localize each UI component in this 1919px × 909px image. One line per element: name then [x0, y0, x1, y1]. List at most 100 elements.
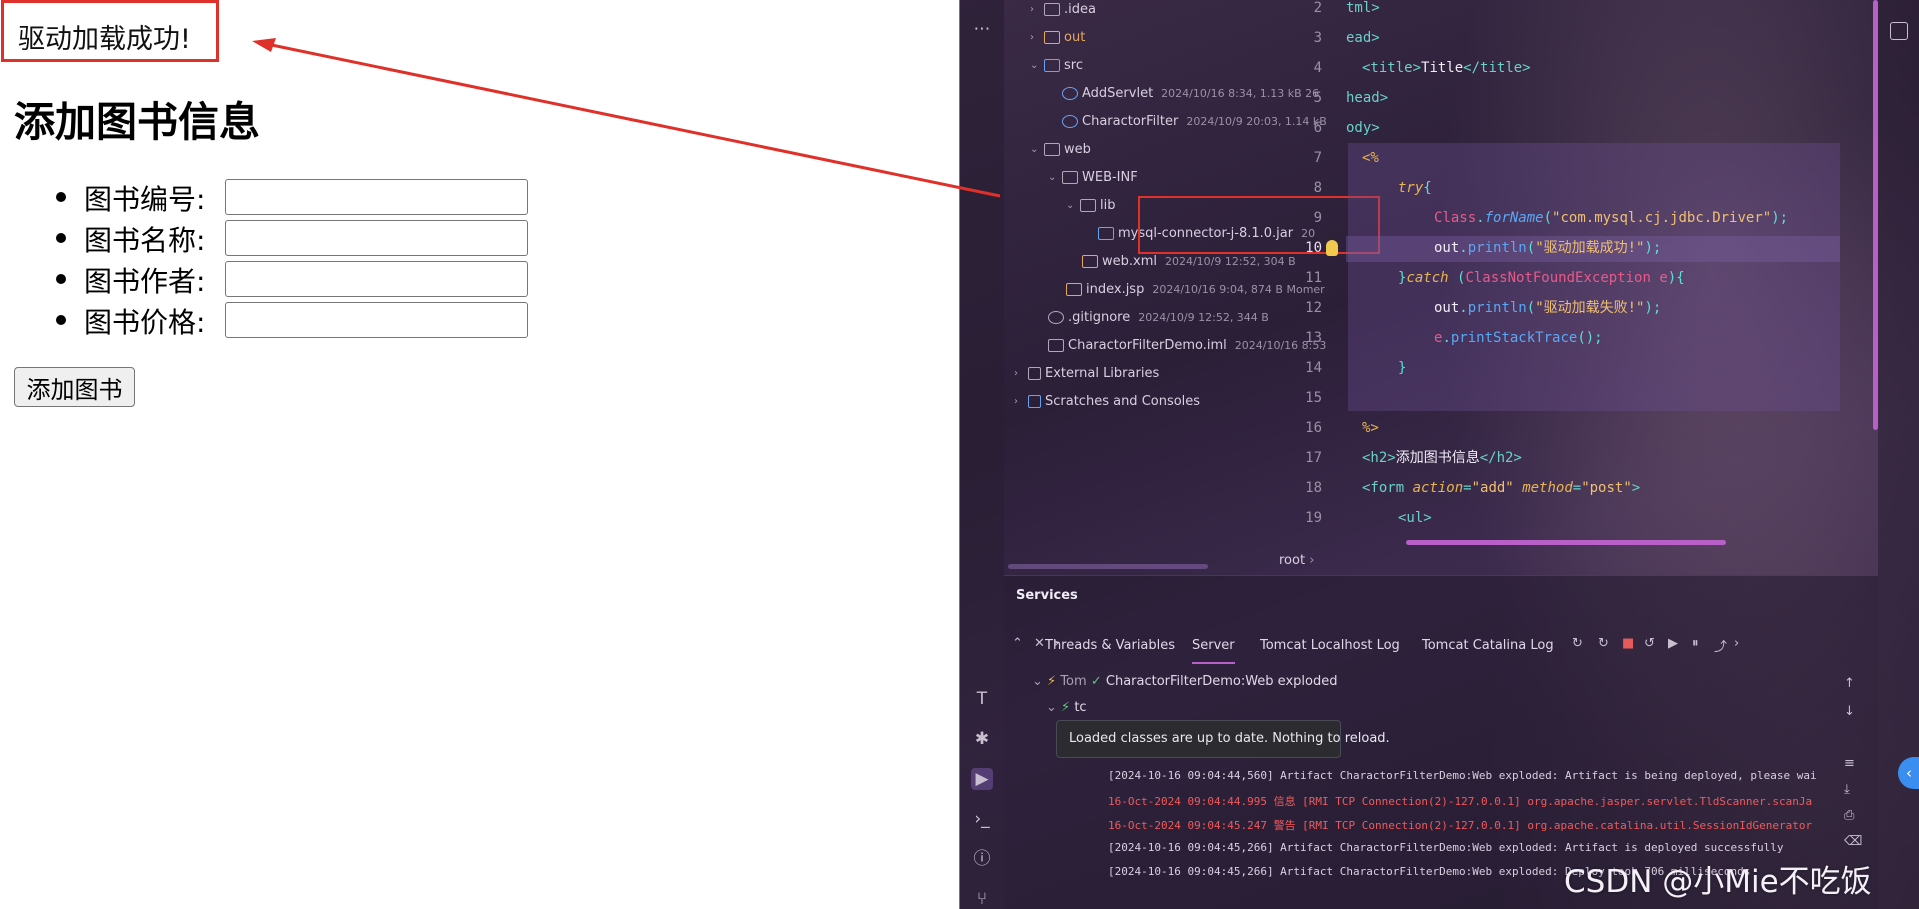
tree-horizontal-scrollbar[interactable]: [1008, 564, 1208, 569]
tree-item-label: Scratches and Consoles: [1045, 393, 1201, 409]
browser-page: 驱动加载成功! 添加图书信息 图书编号: 图书名称: 图书作者: 图书价格: 添…: [0, 0, 959, 909]
folder-icon: [1062, 170, 1078, 184]
code-line-9: Class.forName("com.mysql.cj.jdbc.Driver"…: [1434, 210, 1789, 226]
log-line-red: 16-Oct-2024 09:04:45.247 警告 [RMI TCP Con…: [1108, 819, 1813, 832]
more-actions-icon[interactable]: ›: [1734, 636, 1739, 651]
git-icon[interactable]: ⑂: [971, 888, 993, 909]
page-heading: 添加图书信息: [14, 98, 260, 146]
wrap-icon[interactable]: ≡: [1844, 756, 1855, 771]
lightbulb-icon[interactable]: [1326, 240, 1338, 256]
step-icon[interactable]: ⤴: [1714, 636, 1727, 655]
code-line-18: <form action="add" method="post">: [1362, 480, 1641, 496]
code-line-3: ead>: [1346, 30, 1380, 46]
pause-icon[interactable]: ⏸: [1692, 636, 1699, 651]
print-icon[interactable]: ⎙: [1844, 808, 1854, 823]
chevron-right-icon: ›: [1030, 31, 1034, 43]
chevron-right-icon: ›: [1014, 367, 1018, 379]
list-bullet: [56, 274, 66, 284]
tree-item-external-libraries[interactable]: › External Libraries: [1014, 362, 1159, 384]
add-book-button[interactable]: 添加图书: [14, 367, 135, 407]
line-number: 11: [1305, 270, 1322, 286]
tab-server[interactable]: Server: [1192, 628, 1235, 664]
book-number-input[interactable]: [225, 179, 528, 215]
rerun-icon[interactable]: ↻: [1598, 636, 1609, 651]
alert-highlight-box: 驱动加载成功!: [1, 0, 219, 62]
line-number: 19: [1305, 510, 1322, 526]
build-icon[interactable]: T: [971, 688, 993, 710]
scratches-icon: [1028, 394, 1041, 408]
book-number-label: 图书编号:: [84, 183, 206, 216]
tree-item-label: CharactorFilterDemo.iml: [1068, 337, 1227, 353]
tree-item-label: lib: [1100, 197, 1116, 213]
tree-item-web[interactable]: ⌄ web: [1030, 138, 1091, 160]
stop-icon[interactable]: ■: [1622, 636, 1634, 651]
restart-icon[interactable]: ↺: [1644, 636, 1655, 651]
tree-item-label: web: [1064, 141, 1091, 157]
watermark: CSDN @小Mie不吃饭: [1564, 864, 1872, 900]
chevron-down-icon: ⌄: [1030, 59, 1039, 71]
class-icon: [1062, 114, 1078, 128]
scroll-up-icon[interactable]: ↑: [1844, 676, 1855, 691]
library-icon: [1028, 366, 1041, 380]
ide-window: ⋯ T ✱ ▶ ›_ ⓘ ⑂ › .idea › out ⌄ src AddSe…: [959, 0, 1919, 909]
server-child-row[interactable]: ⌄ ⚡ tc: [1046, 700, 1087, 715]
breadcrumb-root[interactable]: root: [1279, 553, 1305, 568]
log-line-red: 16-Oct-2024 09:04:44.995 信息 [RMI TCP Con…: [1108, 795, 1813, 808]
editor-horizontal-scrollbar[interactable]: [1406, 540, 1726, 545]
ignore-file-icon: [1048, 310, 1064, 324]
tree-item-idea[interactable]: › .idea: [1030, 0, 1096, 20]
tab-tomcat-catalina-log[interactable]: Tomcat Catalina Log: [1422, 628, 1554, 664]
log-line: [2024-10-16 09:04:45,266] Artifact Chara…: [1108, 841, 1784, 854]
folder-icon: [1080, 198, 1096, 212]
book-name-input[interactable]: [225, 220, 528, 256]
class-icon: [1062, 86, 1078, 100]
more-icon[interactable]: ⋯: [971, 18, 993, 40]
expand-all-icon[interactable]: ⌃: [1012, 636, 1023, 651]
tab-threads-variables[interactable]: Threads & Variables: [1045, 628, 1175, 664]
log-line: [2024-10-16 09:04:44,560] Artifact Chara…: [1108, 769, 1817, 782]
tree-item-lib[interactable]: ⌄ lib: [1066, 194, 1115, 216]
book-price-input[interactable]: [225, 302, 528, 338]
line-number: 9: [1313, 210, 1322, 226]
folder-icon: [1044, 2, 1060, 16]
collapse-all-icon[interactable]: ✕: [1034, 636, 1045, 651]
tree-item-label: AddServlet: [1082, 85, 1154, 101]
left-tool-strip: ⋯ T ✱ ▶ ›_ ⓘ ⑂: [960, 0, 1004, 909]
book-price-label: 图书价格:: [84, 306, 206, 339]
services-tab-bar: ⌃ ✕ › Threads & Variables Server Tomcat …: [1004, 628, 1878, 664]
tree-item-label: External Libraries: [1045, 365, 1160, 381]
book-author-input[interactable]: [225, 261, 528, 297]
scroll-down-icon[interactable]: ↓: [1844, 704, 1855, 719]
tree-item-scratches[interactable]: › Scratches and Consoles: [1014, 390, 1200, 412]
tab-tomcat-localhost-log[interactable]: Tomcat Localhost Log: [1260, 628, 1400, 664]
server-row[interactable]: ⌄ ⚡ Tom ✓ CharactorFilterDemo:Web explod…: [1032, 674, 1337, 689]
tree-item-web-inf[interactable]: ⌄ WEB-INF: [1048, 166, 1138, 188]
line-number-gutter: 2 3 4 5 6 7 8 9 10 11 12 13 14 15 16 17 …: [1268, 0, 1346, 545]
clear-icon[interactable]: ⌫: [1844, 834, 1862, 849]
jsp-file-icon: [1066, 282, 1082, 296]
code-line-14: }: [1398, 360, 1407, 376]
terminal-icon[interactable]: ›_: [971, 808, 993, 830]
notifications-icon[interactable]: [1890, 22, 1908, 40]
folder-icon: [1044, 142, 1060, 156]
debug-icon[interactable]: ✱: [971, 728, 993, 750]
tree-item-gitignore[interactable]: .gitignore 2024/10/9 12:52, 344 B: [1048, 306, 1269, 328]
tree-item-label: CharactorFilter: [1082, 113, 1179, 129]
jar-icon: [1098, 226, 1114, 240]
code-editor[interactable]: tml> ead> <title>Title</title> head> ody…: [1346, 0, 1840, 545]
list-bullet: [56, 192, 66, 202]
line-number: 7: [1313, 150, 1322, 166]
list-bullet: [56, 315, 66, 325]
problems-icon[interactable]: ⓘ: [971, 848, 993, 870]
code-line-12: out.println("驱动加载失败!");: [1434, 300, 1662, 316]
scroll-end-icon[interactable]: ⤓: [1844, 782, 1850, 797]
tree-item-label: .gitignore: [1068, 309, 1131, 325]
resume-icon[interactable]: ▶: [1668, 636, 1678, 651]
services-icon[interactable]: ▶: [971, 768, 993, 790]
line-number: 12: [1305, 300, 1322, 316]
code-line-19: <ul>: [1398, 510, 1432, 526]
tree-item-out[interactable]: › out: [1030, 26, 1085, 48]
update-icon[interactable]: ↻: [1572, 636, 1583, 651]
tree-item-src[interactable]: ⌄ src: [1030, 54, 1083, 76]
editor-breadcrumb[interactable]: root ›: [1279, 553, 1314, 568]
